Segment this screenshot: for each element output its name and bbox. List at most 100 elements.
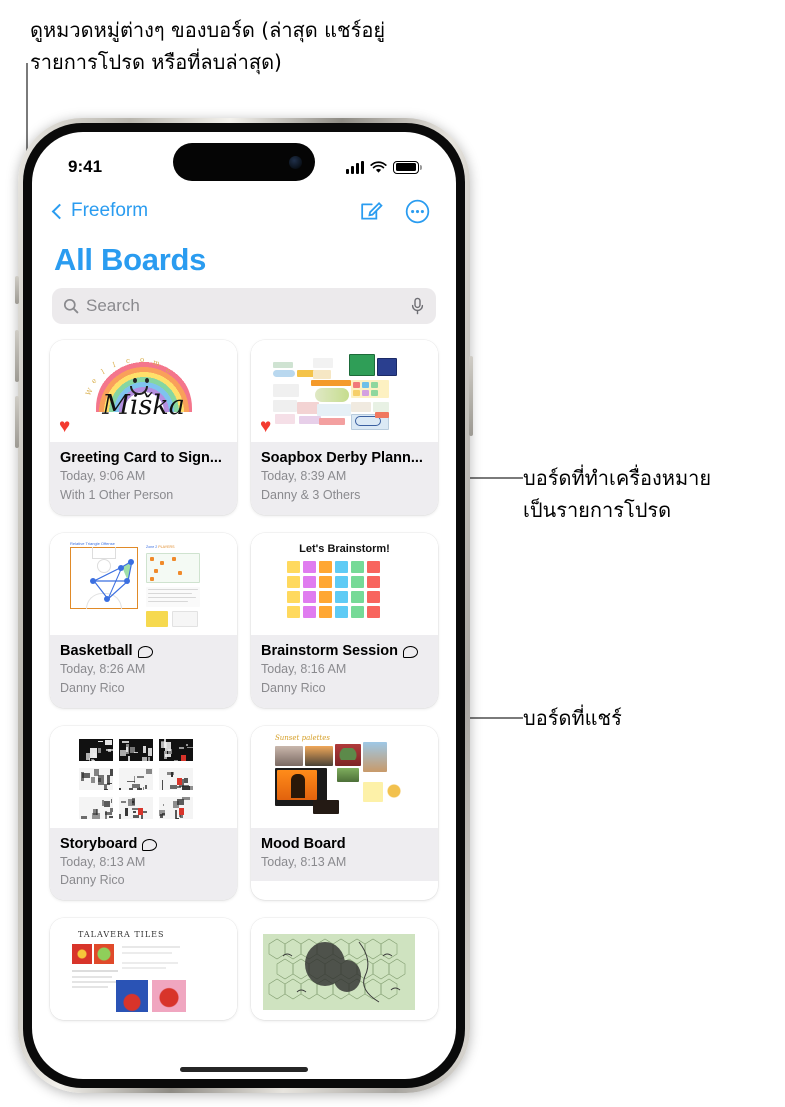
annotation-categories: ดูหมวดหมู่ต่างๆ ของบอร์ด (ล่าสุด แชร์อยู… [30,14,550,79]
sticky-note [287,606,300,618]
board-card-hex-map[interactable] [251,918,438,1020]
storyboard-frame [78,767,114,791]
board-participants: Danny Rico [261,680,428,697]
sticky-note [287,561,300,573]
sticky-note [367,591,380,603]
storyboard-frame [118,796,154,820]
sticky-note [335,561,348,573]
board-time: Today, 8:13 AM [261,854,428,871]
sticky-note [303,561,316,573]
sticky-note [319,606,332,618]
storyboard-frame [118,767,154,791]
sticky-note [335,606,348,618]
sticky-note [335,576,348,588]
battery-icon [393,161,422,174]
silence-switch[interactable] [15,276,19,304]
dynamic-island [173,143,315,181]
favorite-heart-icon: ♥ [59,417,78,436]
status-time: 9:41 [68,157,102,177]
board-thumbnail-hex-map [251,918,438,1020]
search-bar[interactable]: Search [52,288,436,324]
back-button[interactable]: Freeform [54,200,148,222]
sticky-note [287,576,300,588]
board-thumbnail-talavera: TALAVERA TILES [50,918,237,1020]
board-thumbnail-greeting-card: W e l l c o m e Miška ♥ [50,340,237,442]
shared-bubble-icon [142,839,157,851]
board-time: Today, 9:06 AM [60,468,227,485]
sticky-note [303,576,316,588]
microphone-icon[interactable] [410,297,425,315]
board-title: Greeting Card to Sign... [60,450,222,466]
sticky-note [351,606,364,618]
phone-bezel: 9:41 Freeform All Boards Search W e l l … [23,123,465,1088]
storyboard-frame [158,796,194,820]
board-time: Today, 8:16 AM [261,661,428,678]
volume-up-button[interactable] [15,330,19,382]
board-title: Brainstorm Session [261,643,398,659]
sticky-note [367,576,380,588]
board-title: Mood Board [261,836,346,852]
board-participants: Danny Rico [60,680,227,697]
board-card-greeting-card[interactable]: W e l l c o m e Miška ♥ Greeting Card to… [50,340,237,515]
storyboard-frame [158,738,194,762]
sticky-note [319,591,332,603]
boards-grid: W e l l c o m e Miška ♥ Greeting Card to… [32,340,456,1020]
board-card-storyboard[interactable]: Storyboard Today, 8:13 AM Danny Rico [50,726,237,901]
board-title: Storyboard [60,836,137,852]
front-camera-icon [289,156,302,169]
power-button[interactable] [469,356,473,436]
board-title: Soapbox Derby Plann... [261,450,423,466]
board-thumbnail-basketball: Relative Triangle Offense Zone 2 PLAYERS [50,533,237,635]
sticky-note [351,576,364,588]
sticky-note [367,606,380,618]
greeting-card-script-text: Miška [102,390,185,421]
storyboard-frame [158,767,194,791]
board-time: Today, 8:39 AM [261,468,428,485]
board-title: Basketball [60,643,133,659]
sticky-note [287,591,300,603]
wifi-icon [370,161,387,174]
talavera-heading: TALAVERA TILES [78,930,164,939]
sticky-note [351,591,364,603]
annotation-shared-boards: บอร์ดที่แชร์ [523,702,778,734]
mood-board-heading: Sunset palettes [275,734,330,742]
board-meta: Greeting Card to Sign... Today, 9:06 AM … [50,442,237,515]
sticky-note [303,606,316,618]
storyboard-frame [78,738,114,762]
iphone-frame: 9:41 Freeform All Boards Search W e l l … [18,118,470,1093]
sticky-note [319,561,332,573]
sticky-note [319,576,332,588]
board-card-brainstorm-session[interactable]: Let's Brainstorm! Brainstorm Session Tod… [251,533,438,708]
board-card-mood-board[interactable]: Sunset palettes Mood Board Today, 8:13 A… [251,726,438,901]
board-time: Today, 8:13 AM [60,854,227,871]
board-meta: Basketball Today, 8:26 AM Danny Rico [50,635,237,708]
compose-icon[interactable] [358,199,383,224]
board-meta: Brainstorm Session Today, 8:16 AM Danny … [251,635,438,708]
search-input[interactable]: Search [86,296,403,316]
chevron-left-icon [52,203,68,219]
board-participants: Danny Rico [60,872,227,889]
volume-down-button[interactable] [15,396,19,448]
navigation-bar: Freeform [32,188,456,234]
favorite-heart-icon: ♥ [260,417,279,436]
board-card-basketball[interactable]: Relative Triangle Offense Zone 2 PLAYERS… [50,533,237,708]
board-meta: Mood Board Today, 8:13 AM [251,828,438,882]
shared-bubble-icon [138,646,153,658]
board-meta: Storyboard Today, 8:13 AM Danny Rico [50,828,237,901]
storyboard-frame [118,738,154,762]
sticky-note [335,591,348,603]
more-circle-icon[interactable] [405,199,430,224]
page-title: All Boards [32,234,456,288]
sticky-note [367,561,380,573]
board-thumbnail-soapbox-derby: ♥ [251,340,438,442]
annotation-favorite-boards: บอร์ดที่ทำเครื่องหมาย เป็นรายการโปรด [523,462,778,527]
search-icon [63,298,79,314]
back-button-label: Freeform [71,200,148,222]
board-card-soapbox-derby[interactable]: ♥ Soapbox Derby Plann... Today, 8:39 AM … [251,340,438,515]
board-meta: Soapbox Derby Plann... Today, 8:39 AM Da… [251,442,438,515]
signal-bars-icon [346,161,364,174]
board-time: Today, 8:26 AM [60,661,227,678]
board-thumbnail-brainstorm: Let's Brainstorm! [251,533,438,635]
board-participants: With 1 Other Person [60,487,227,504]
board-card-talavera-tiles[interactable]: TALAVERA TILES [50,918,237,1020]
